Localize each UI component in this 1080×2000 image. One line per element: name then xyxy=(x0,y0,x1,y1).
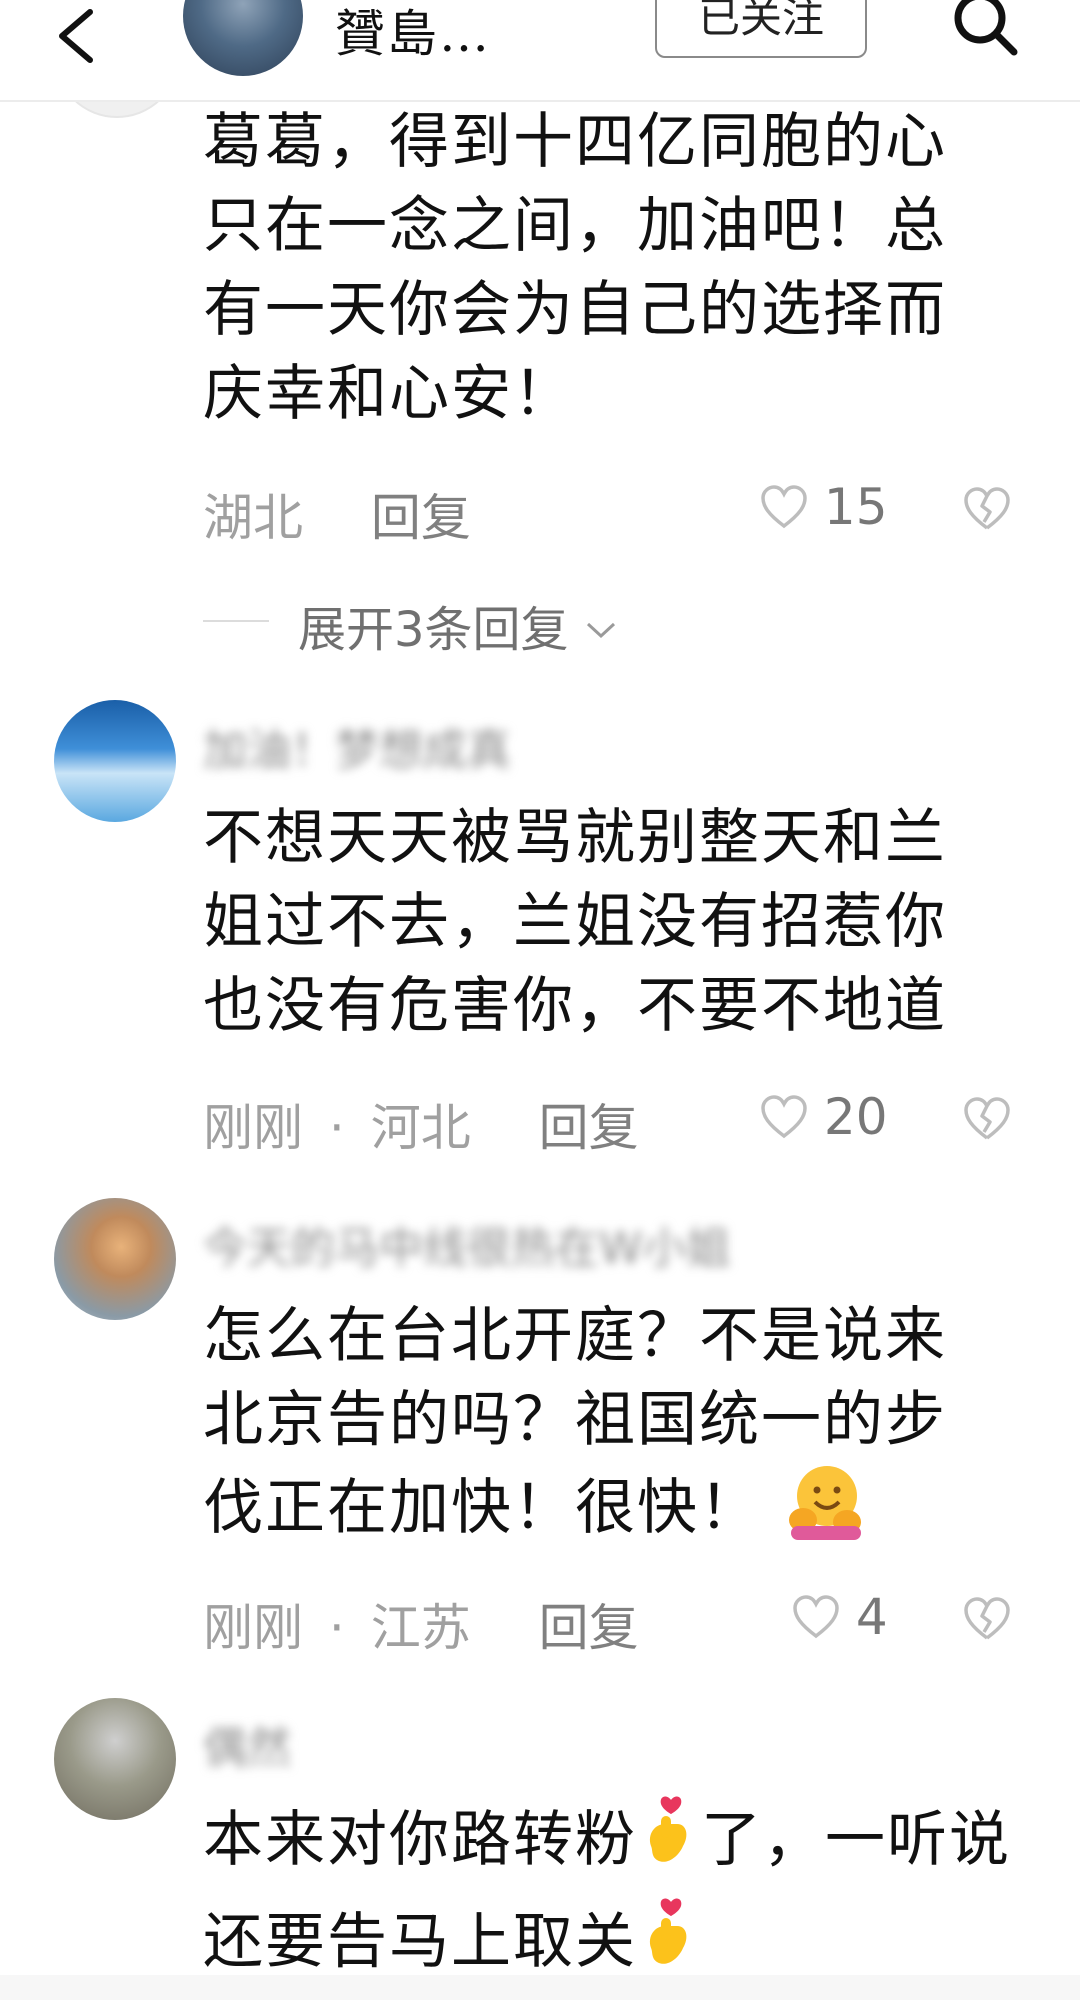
like-count: 20 xyxy=(823,1088,888,1146)
reply-button[interactable]: 回复 xyxy=(371,489,471,547)
comment-location: 河北 xyxy=(370,1099,471,1157)
comment-location: 湖北 xyxy=(203,489,303,547)
search-icon[interactable] xyxy=(948,0,1022,62)
comment-meta: 刚刚 · 河北 回复 xyxy=(203,1088,639,1157)
comment-meta: 湖北 回复 xyxy=(203,478,471,547)
comment-text: 本来对你路转粉 了，一听说还要告马上取关 xyxy=(203,1794,1023,1998)
like-count: 4 xyxy=(855,1588,888,1646)
comment-username[interactable]: 加油！梦想成真 xyxy=(203,714,511,778)
reply-button[interactable]: 回复 xyxy=(539,1099,639,1157)
broken-heart-icon[interactable] xyxy=(962,1094,1012,1144)
author-avatar[interactable] xyxy=(183,0,303,76)
comment-time: 刚刚 xyxy=(203,1599,303,1657)
comment-text: 不想天天被骂就别整天和兰姐过不去，兰姐没有招惹你也没有危害你，不要不地道 xyxy=(203,803,947,1041)
comment-username[interactable]: 今天的马中线很热在W小姐 xyxy=(203,1212,731,1276)
follow-button[interactable]: 已关注 xyxy=(655,0,867,58)
like-button[interactable]: 20 xyxy=(760,1088,888,1148)
like-count: 15 xyxy=(823,478,888,536)
author-name[interactable]: 贇島… xyxy=(335,0,491,66)
comment-time: 刚刚 xyxy=(203,1099,303,1157)
separator-dot: · xyxy=(328,1099,345,1157)
avatar[interactable] xyxy=(54,1198,176,1320)
broken-heart-icon[interactable] xyxy=(962,484,1012,534)
divider xyxy=(203,620,269,622)
chevron-down-icon xyxy=(586,622,615,639)
comment-meta: 刚刚 · 江苏 回复 xyxy=(203,1588,639,1657)
like-button[interactable]: 4 xyxy=(792,1588,888,1648)
heart-icon xyxy=(793,1595,839,1639)
comment-text: 葛葛，得到十四亿同胞的心只在一念之间，加油吧！总有一天你会为自己的选择而庆幸和心… xyxy=(203,107,947,429)
avatar[interactable] xyxy=(54,1698,176,1820)
reply-button[interactable]: 回复 xyxy=(539,1599,639,1657)
avatar[interactable] xyxy=(54,700,176,822)
separator-dot: · xyxy=(328,1599,345,1657)
comment-location: 江苏 xyxy=(370,1599,471,1657)
like-button[interactable]: 15 xyxy=(760,478,888,538)
comment-text: 怎么在台北开庭？不是说来北京告的吗？祖国统一的步伐正在加快！很快！ xyxy=(203,1294,1003,1564)
comment-username[interactable]: 偶然 xyxy=(203,1712,291,1776)
expand-replies-label: 展开3条回复 xyxy=(298,590,618,660)
hugging-face-emoji xyxy=(785,1462,865,1564)
heart-icon xyxy=(761,485,807,529)
finger-heart-emoji xyxy=(637,1794,701,1896)
broken-heart-icon[interactable] xyxy=(962,1594,1012,1644)
bottom-edge xyxy=(0,1975,1080,2000)
heart-icon xyxy=(761,1095,807,1139)
top-bar: 贇島… 已关注 xyxy=(0,0,1080,102)
chevron-left-icon[interactable] xyxy=(48,4,108,74)
